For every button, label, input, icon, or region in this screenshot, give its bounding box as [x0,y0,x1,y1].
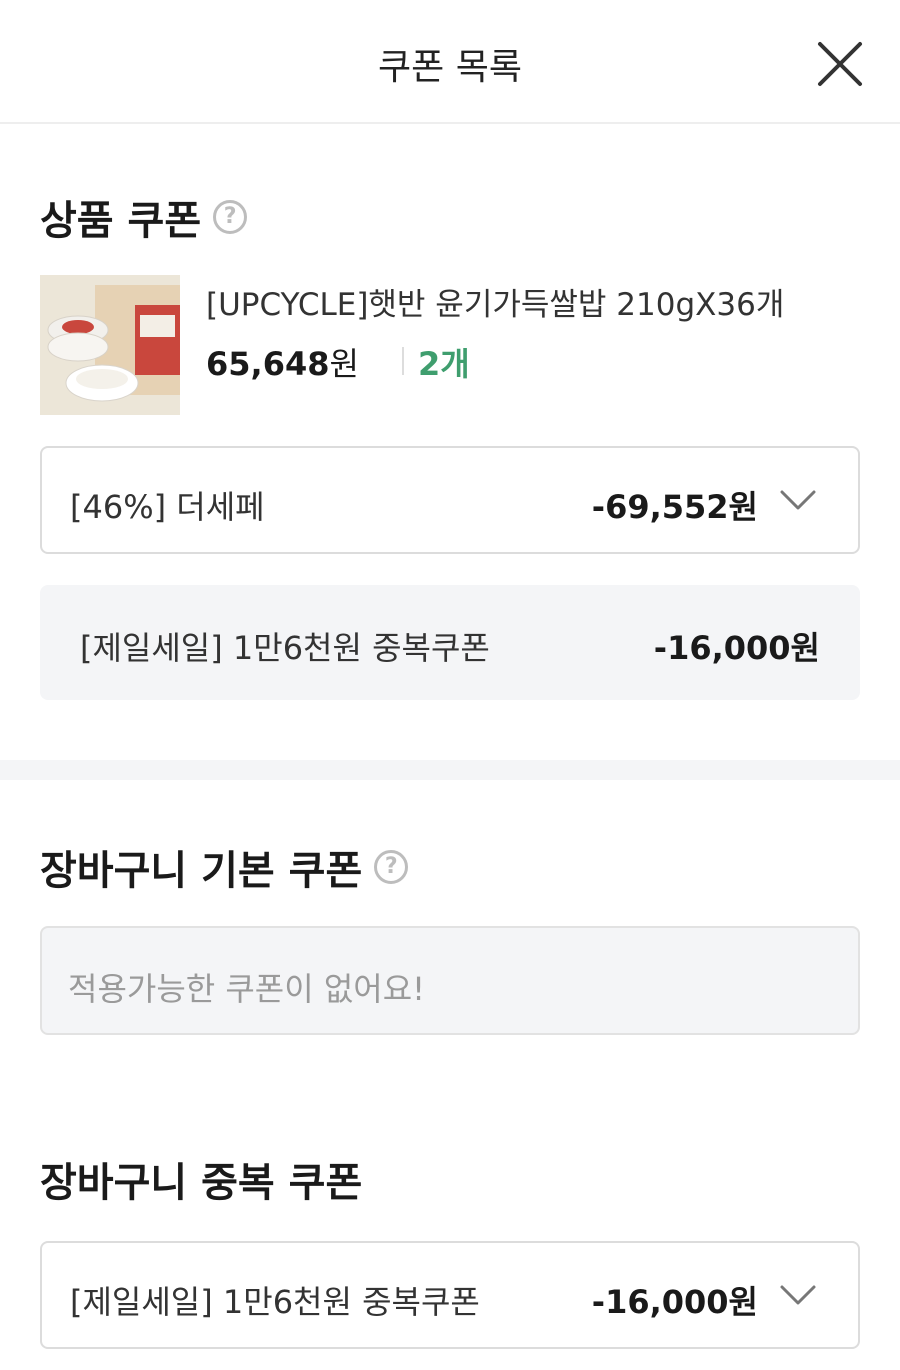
cart-stack-coupon-selected-amount: -16,000원 [591,1283,758,1321]
help-icon[interactable]: ? [374,850,409,884]
price-quantity-divider [402,347,404,375]
cart-basic-coupon-empty: 적용가능한 쿠폰이 없어요! [40,926,860,1035]
chevron-down-icon [780,1285,816,1305]
product-coupon-selected-label: [46%] 더세페 [70,488,265,526]
help-icon[interactable]: ? [213,200,248,234]
cart-stack-coupon-title: 장바구니 중복 쿠폰 [40,1160,363,1206]
cart-basic-coupon-title: 장바구니 기본 쿠폰 [40,848,363,894]
modal-title: 쿠폰 목록 [378,47,522,88]
cart-stack-coupon-dropdown[interactable]: [제일세일] 1만6천원 중복쿠폰 -16,000원 [40,1241,860,1349]
product-stacked-coupon: [제일세일] 1만6천원 중복쿠폰 -16,000원 [40,585,860,700]
close-icon [818,42,862,86]
section-title-cart-stack-coupon: 장바구니 중복 쿠폰 [40,1150,362,1208]
close-button[interactable] [812,36,868,92]
product-price-number: 65,648 [206,345,330,383]
product-quantity: 2개 [418,345,470,383]
product-price-unit: 원 [329,345,359,383]
product-item: [UPCYCLE]햇반 윤기가득쌀밥 210gX36개 65,648원 2개 [40,275,860,415]
product-coupon-dropdown[interactable]: [46%] 더세페 -69,552원 [40,446,860,554]
product-coupon-selected-amount: -69,552원 [591,488,758,526]
cart-stack-coupon-selected-label: [제일세일] 1만6천원 중복쿠폰 [70,1283,480,1321]
product-coupon-title: 상품 쿠폰 [40,198,202,244]
stacked-coupon-amount: -16,000원 [653,629,820,667]
product-thumbnail [40,275,180,415]
chevron-down-icon [780,490,816,510]
stacked-coupon-label: [제일세일] 1만6천원 중복쿠폰 [80,629,490,667]
product-price: 65,648원 [206,339,359,385]
modal-header: 쿠폰 목록 [0,0,900,124]
section-divider [0,760,900,780]
section-title-product-coupon: 상품 쿠폰 ? [40,188,248,246]
section-title-cart-basic-coupon: 장바구니 기본 쿠폰 ? [40,838,409,896]
empty-coupon-message: 적용가능한 쿠폰이 없어요! [68,970,426,1008]
product-name: [UPCYCLE]햇반 윤기가득쌀밥 210gX36개 [206,287,785,323]
